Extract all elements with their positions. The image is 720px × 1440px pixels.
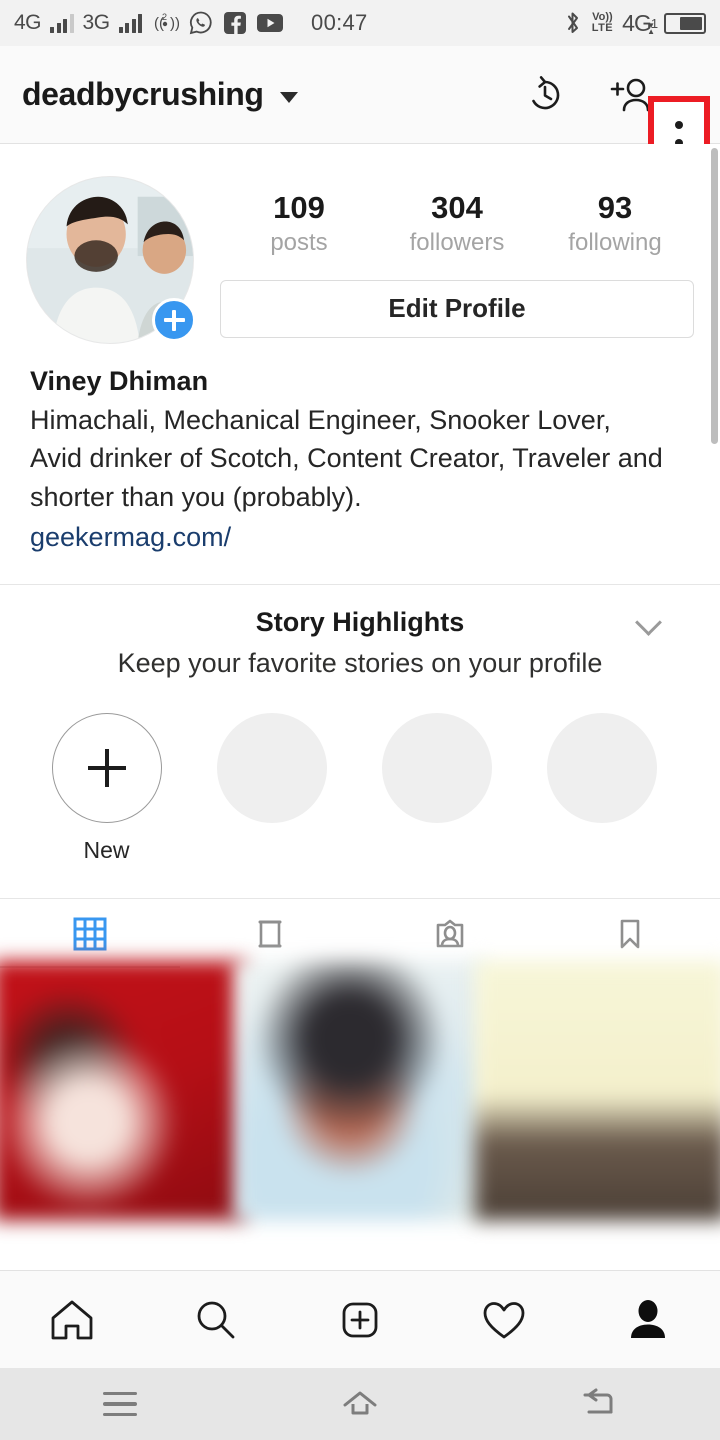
stat-following-count: 93 (597, 190, 633, 225)
profile-username[interactable]: deadbycrushing (22, 76, 264, 113)
edit-profile-button[interactable]: Edit Profile (220, 279, 694, 338)
post-thumbnail-3[interactable] (474, 960, 720, 1221)
youtube-icon (256, 12, 284, 34)
clock-history-icon[interactable] (524, 74, 566, 116)
highlight-placeholder[interactable] (519, 713, 684, 864)
stat-posts-count: 109 (273, 190, 325, 225)
hotspot-icon: (()) 2 (151, 11, 179, 35)
highlight-placeholder[interactable] (354, 713, 519, 864)
data-network-indicator: 4G 1 ▼ ▲ (622, 9, 659, 36)
post-thumbnail-1[interactable] (0, 960, 246, 1221)
profile-scroll-area: 109 posts 304 followers 93 following Edi… (0, 144, 720, 1316)
tab-saved[interactable] (540, 899, 720, 968)
svg-text:)): )) (170, 15, 179, 32)
scrollbar-thumb[interactable] (711, 148, 718, 444)
post-thumbnail-2[interactable] (233, 960, 487, 1221)
battery-icon (664, 12, 706, 34)
profile-stats: 109 posts 304 followers 93 following (220, 176, 694, 258)
highlight-new-label: New (83, 837, 130, 864)
story-highlights-row: New (0, 679, 720, 864)
profile-website-link[interactable]: geekermag.com/ (30, 518, 690, 556)
tab-reels[interactable] (180, 899, 360, 968)
bio-line-3: shorter than you (probably). (30, 481, 362, 512)
posts-grid (0, 960, 720, 1221)
plus-square-icon (333, 1293, 387, 1347)
highlight-circle (546, 713, 657, 824)
highlight-placeholder[interactable] (189, 713, 354, 864)
story-highlights-title: Story Highlights (255, 607, 465, 638)
stat-posts[interactable]: 109 posts (220, 190, 378, 258)
home-outline-icon (338, 1386, 382, 1422)
app-header: deadbycrushing (0, 46, 720, 189)
add-story-button[interactable] (152, 298, 196, 342)
plus-icon (51, 713, 162, 824)
data-transfer-arrows-icon: ▼ ▲ (647, 21, 655, 36)
stat-following-label: following (568, 228, 662, 256)
stat-followers-label: followers (409, 228, 505, 256)
bottom-navigation (0, 1270, 720, 1368)
network-secondary-label: 3G (82, 11, 111, 34)
profile-bio: Viney Dhiman Himachali, Mechanical Engin… (0, 344, 720, 556)
story-highlights-subtitle: Keep your favorite stories on your profi… (117, 648, 603, 679)
tab-grid[interactable] (0, 899, 180, 969)
scrollbar[interactable] (711, 144, 720, 1316)
android-home-button[interactable] (240, 1386, 480, 1422)
bio-line-2: Avid drinker of Scotch, Content Creator,… (30, 443, 663, 474)
profile-header-section: 109 posts 304 followers 93 following Edi… (0, 144, 720, 344)
person-filled-icon (621, 1293, 675, 1347)
android-back-button[interactable] (480, 1386, 720, 1422)
android-recents-button[interactable] (0, 1391, 240, 1417)
network-primary-label: 4G (14, 11, 42, 34)
search-icon (189, 1293, 243, 1347)
highlight-new[interactable]: New (24, 713, 189, 864)
grid-icon (68, 912, 112, 956)
story-highlights-section: Story Highlights Keep your favorite stor… (0, 585, 720, 864)
hamburger-icon (103, 1391, 137, 1417)
status-clock: 00:47 (311, 10, 368, 35)
reels-icon (248, 912, 292, 956)
stat-followers-count: 304 (431, 190, 483, 225)
stat-following[interactable]: 93 following (536, 190, 694, 258)
stat-followers[interactable]: 304 followers (378, 190, 536, 258)
nav-activity[interactable] (432, 1293, 576, 1347)
signal-bars-sim1-icon (50, 13, 74, 33)
heart-icon (477, 1293, 531, 1347)
back-arrow-icon (578, 1386, 622, 1422)
bio-line-1: Himachali, Mechanical Engineer, Snooker … (30, 405, 611, 435)
signal-bars-sim2-icon (118, 13, 143, 33)
facebook-icon (223, 11, 247, 35)
bookmark-icon (608, 912, 652, 956)
nav-profile[interactable] (576, 1293, 720, 1347)
status-bar: 4G 3G (()) 2 00:47 Vo)) LTE 4G 1 ▼ ▲ (0, 0, 720, 46)
chevron-down-icon[interactable] (279, 92, 298, 103)
svg-text:2: 2 (162, 12, 167, 22)
profile-fullname: Viney Dhiman (30, 366, 209, 396)
volte-indicator: Vo)) LTE (591, 11, 614, 34)
whatsapp-icon (188, 10, 214, 36)
stat-posts-label: posts (270, 228, 328, 256)
highlight-circle (381, 713, 492, 824)
bluetooth-icon (563, 10, 583, 36)
nav-home[interactable] (0, 1293, 144, 1347)
tagged-person-icon (428, 912, 472, 956)
nav-create[interactable] (288, 1293, 432, 1347)
android-navigation-bar (0, 1368, 720, 1440)
nav-search[interactable] (144, 1293, 288, 1347)
tab-tagged[interactable] (360, 899, 540, 968)
highlight-circle (216, 713, 327, 824)
home-icon (45, 1293, 99, 1347)
profile-content-tabs (0, 898, 720, 969)
